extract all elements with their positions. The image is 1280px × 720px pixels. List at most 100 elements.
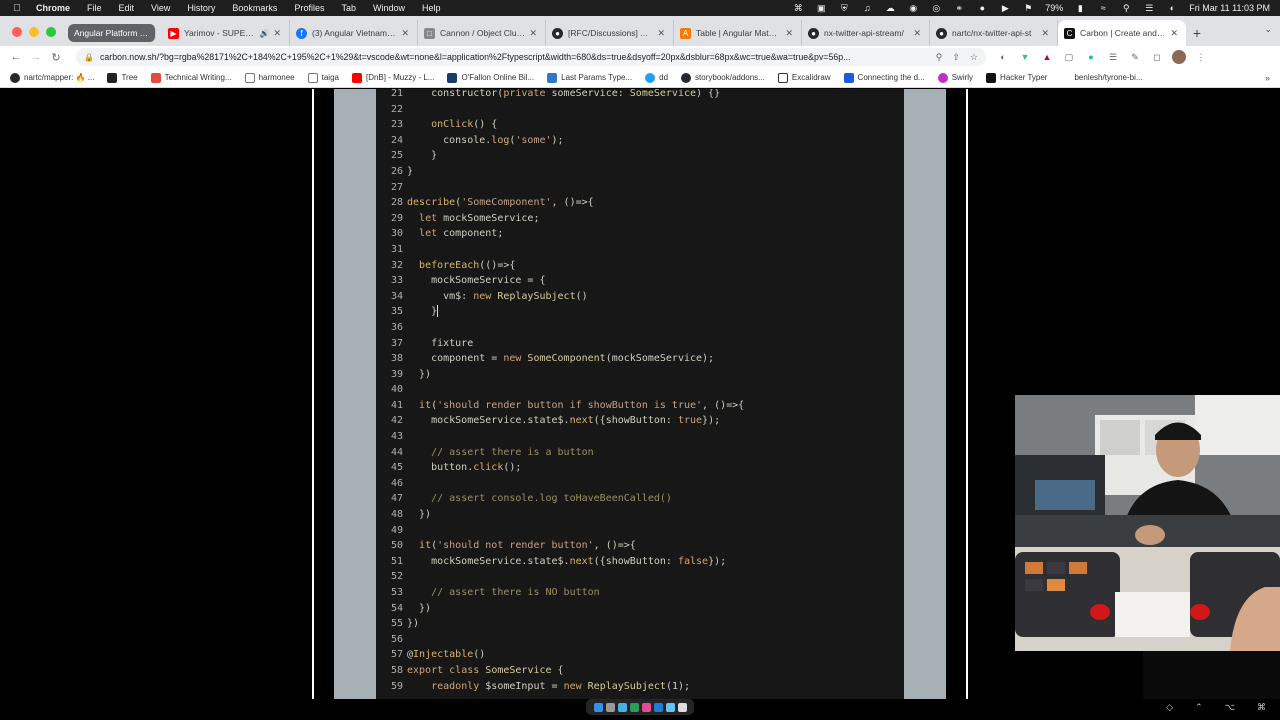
lock-icon[interactable]: 🔒 (84, 53, 94, 62)
code-line[interactable]: 36 (376, 320, 744, 336)
finder-icon[interactable] (593, 702, 603, 712)
code-line[interactable]: 52 (376, 569, 744, 585)
code-line[interactable]: 44 // assert there is a button (376, 445, 744, 461)
tab-rfc-discussions[interactable]: ● [RFC/Discussions] Auto ✕ (546, 20, 674, 46)
minimize-window-button[interactable] (29, 27, 39, 37)
tab-nx-twitter-api-stream[interactable]: ● nx-twitter-api-stream/ ✕ (802, 20, 930, 46)
vscode-icon[interactable] (653, 702, 663, 712)
extension-icon[interactable]: ▢ (1062, 50, 1076, 64)
address-bar[interactable]: 🔒 carbon.now.sh/?bg=rgba%28171%2C+184%2C… (76, 48, 986, 66)
code-line[interactable]: 35 } (376, 304, 744, 320)
close-tab-icon[interactable]: ✕ (1170, 28, 1178, 39)
tab-cannon[interactable]: □ Cannon / Object Clump ✕ (418, 20, 546, 46)
share-icon[interactable]: ⇧ (952, 52, 960, 63)
code-line[interactable]: 34 vm$: new ReplaySubject() (376, 289, 744, 305)
battery-percent[interactable]: 79% (1045, 3, 1063, 13)
apple-icon[interactable]:  (10, 3, 24, 14)
bookmark-item[interactable]: nartc/mapper: 🔥 ... (10, 72, 94, 83)
code-editor[interactable]: 21 constructor(private someService: Some… (376, 89, 904, 699)
app-icon[interactable] (665, 702, 675, 712)
code-line[interactable]: 22 (376, 102, 744, 118)
code-line[interactable]: 24 console.log('some'); (376, 133, 744, 149)
code-line[interactable]: 57 @Injectable() (376, 647, 744, 663)
code-line[interactable]: 59 readonly $someInput = new ReplaySubje… (376, 679, 744, 695)
code-line[interactable]: 46 (376, 476, 744, 492)
more-menu-icon[interactable]: ⋮ (1194, 50, 1208, 64)
menu-edit[interactable]: Edit (119, 3, 135, 13)
code-line[interactable]: 48 }) (376, 507, 744, 523)
tab-nartc-nx-twitter[interactable]: ● nartc/nx-twitter-api-st ✕ (930, 20, 1058, 46)
shield-icon[interactable]: ⛨ (838, 3, 850, 13)
code-line[interactable]: 28 describe('SomeComponent', ()=>{ (376, 195, 744, 211)
music-app-icon[interactable] (641, 702, 651, 712)
menu-window[interactable]: Window (373, 3, 405, 13)
close-tab-icon[interactable]: ✕ (529, 28, 537, 39)
code-line[interactable]: 26} (376, 164, 744, 180)
menu-app-name[interactable]: Chrome (36, 3, 70, 13)
close-tab-icon[interactable]: ✕ (273, 28, 281, 39)
menu-file[interactable]: File (87, 3, 102, 13)
clock[interactable]: Fri Mar 11 11:03 PM (1189, 3, 1270, 13)
bookmark-folder[interactable]: harmonee (244, 72, 295, 83)
forward-arrow-icon[interactable]: → (26, 51, 46, 63)
menu-help[interactable]: Help (422, 3, 441, 13)
tab-angular-vietnam[interactable]: f (3) Angular Vietnam | # ✕ (290, 20, 418, 46)
reading-list-icon[interactable]: ☰ (1106, 50, 1120, 64)
media-icon[interactable]: ▶ (999, 3, 1011, 13)
tab-group-angular-platform[interactable]: Angular Platform Cu (68, 24, 156, 42)
new-tab-button[interactable]: + (1186, 20, 1208, 46)
bookmark-item[interactable]: storybook/addons... (681, 72, 765, 83)
reload-icon[interactable]: ↻ (46, 51, 66, 64)
siri-icon[interactable]: ◐ (1166, 3, 1178, 13)
code-line[interactable]: 40 (376, 382, 744, 398)
docker-icon[interactable]: ▣ (815, 3, 827, 13)
tab-angular-material[interactable]: A Table | Angular Materia ✕ (674, 20, 802, 46)
code-line[interactable]: 50 it('should not render button', ()=>{ (376, 538, 744, 554)
code-line[interactable]: 21 constructor(private someService: Some… (376, 89, 744, 102)
angular-devtools-icon[interactable]: ▲ (1040, 50, 1054, 64)
code-line[interactable]: 33 mockSomeService = { (376, 273, 744, 289)
code-line[interactable]: 38 component = new SomeComponent(mockSom… (376, 351, 744, 367)
zoom-icon[interactable]: ⚲ (936, 52, 943, 63)
code-line[interactable]: 29 let mockSomeService; (376, 211, 744, 227)
close-tab-icon[interactable]: ✕ (657, 28, 665, 39)
code-line[interactable]: 45 button.click(); (376, 460, 744, 476)
bookmark-item[interactable]: [DnB] - Muzzy - L... (351, 72, 434, 83)
wifi-icon[interactable]: ≈ (1097, 3, 1109, 13)
code-line[interactable]: 43 (376, 429, 744, 445)
menu-profiles[interactable]: Profiles (294, 3, 324, 13)
code-line[interactable]: 27 (376, 180, 744, 196)
bookmarks-overflow-icon[interactable]: » (1265, 73, 1270, 83)
safari-icon[interactable] (617, 702, 627, 712)
code-line[interactable]: 31 (376, 242, 744, 258)
code-line[interactable]: 32 beforeEach(()=>{ (376, 258, 744, 274)
close-tab-icon[interactable]: ✕ (1041, 28, 1049, 39)
zoom-window-button[interactable] (46, 27, 56, 37)
menu-view[interactable]: View (151, 3, 170, 13)
search-icon[interactable]: ⚲ (1120, 3, 1132, 13)
code-line[interactable]: 25 } (376, 148, 744, 164)
bookmark-item[interactable]: Technical Writing... (150, 72, 232, 83)
bookmark-item[interactable]: Last Params Type... (547, 72, 632, 83)
headphones-icon[interactable]: ⚭ (953, 3, 965, 13)
code-line[interactable]: 56 (376, 632, 744, 648)
tab-yarimov[interactable]: ▶ Yarimov - SUPERS 🔊 ✕ (162, 20, 290, 46)
chrome-icon[interactable]: ◉ (907, 3, 919, 13)
speaker-icon[interactable]: 🔊 (259, 29, 269, 38)
close-tab-icon[interactable]: ✕ (401, 28, 409, 39)
tab-carbon[interactable]: C Carbon | Create and sh ✕ (1058, 20, 1186, 46)
control-center-icon[interactable]: ☰ (1143, 3, 1155, 13)
bookmark-item[interactable]: Connecting the d... (843, 72, 925, 83)
menu-tab[interactable]: Tab (341, 3, 356, 13)
menu-bookmarks[interactable]: Bookmarks (232, 3, 277, 13)
trash-icon[interactable] (677, 702, 687, 712)
bookmark-folder[interactable]: taiga (307, 72, 339, 83)
tab-search-icon[interactable]: ⌄ (1264, 24, 1272, 35)
lens-icon[interactable]: ◎ (930, 3, 942, 13)
code-line[interactable]: 55}) (376, 616, 744, 632)
cloud-icon[interactable]: ☁ (884, 3, 896, 13)
bookmark-item[interactable]: O'Fallon Online Bil... (447, 72, 534, 83)
url-text[interactable]: carbon.now.sh/?bg=rgba%28171%2C+184%2C+1… (100, 52, 926, 62)
code-line[interactable]: 37 fixture (376, 336, 744, 352)
code-block[interactable]: 21 constructor(private someService: Some… (376, 89, 744, 694)
